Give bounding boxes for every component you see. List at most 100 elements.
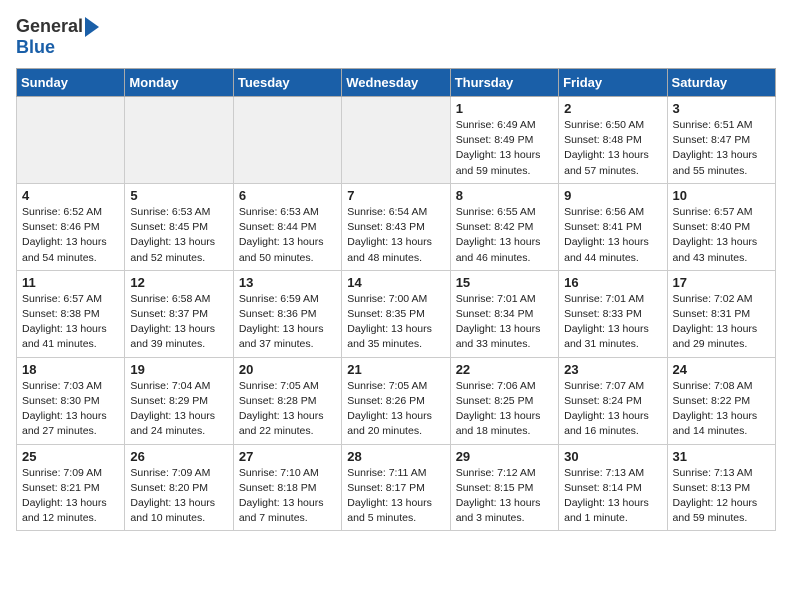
calendar-cell: 25 Sunrise: 7:09 AMSunset: 8:21 PMDayligh… [17, 444, 125, 531]
calendar-week-4: 18 Sunrise: 7:03 AMSunset: 8:30 PMDayligh… [17, 357, 776, 444]
calendar-cell: 1 Sunrise: 6:49 AMSunset: 8:49 PMDaylight… [450, 97, 558, 184]
calendar-cell: 9Sunrise: 6:56 AMSunset: 8:41 PMDaylight… [559, 183, 667, 270]
day-number: 26 [130, 449, 227, 464]
calendar-cell: 5 Sunrise: 6:53 AMSunset: 8:45 PMDaylight… [125, 183, 233, 270]
day-info: Sunrise: 6:56 AMSunset: 8:41 PMDaylight:… [564, 205, 661, 266]
logo: General Blue [16, 16, 101, 58]
day-number: 4 [22, 188, 119, 203]
calendar-cell [17, 97, 125, 184]
day-number: 7 [347, 188, 444, 203]
logo-blue-text: Blue [16, 37, 55, 58]
day-info: Sunrise: 6:53 AMSunset: 8:44 PMDaylight:… [239, 205, 336, 266]
day-number: 2 [564, 101, 661, 116]
calendar-cell: 26 Sunrise: 7:09 AMSunset: 8:20 PMDayligh… [125, 444, 233, 531]
day-number: 19 [130, 362, 227, 377]
day-info: Sunrise: 6:53 AMSunset: 8:45 PMDaylight:… [130, 205, 227, 266]
day-header-wednesday: Wednesday [342, 69, 450, 97]
day-number: 1 [456, 101, 553, 116]
calendar-cell: 30 Sunrise: 7:13 AMSunset: 8:14 PMDayligh… [559, 444, 667, 531]
day-number: 22 [456, 362, 553, 377]
day-number: 29 [456, 449, 553, 464]
day-info: Sunrise: 6:58 AMSunset: 8:37 PMDaylight:… [130, 292, 227, 353]
day-info: Sunrise: 6:51 AMSunset: 8:47 PMDaylight:… [673, 118, 770, 179]
calendar-cell: 10 Sunrise: 6:57 AMSunset: 8:40 PMDayligh… [667, 183, 775, 270]
calendar-table: SundayMondayTuesdayWednesdayThursdayFrid… [16, 68, 776, 531]
calendar-week-1: 1 Sunrise: 6:49 AMSunset: 8:49 PMDaylight… [17, 97, 776, 184]
day-header-thursday: Thursday [450, 69, 558, 97]
day-info: Sunrise: 7:11 AMSunset: 8:17 PMDaylight:… [347, 466, 444, 527]
day-info: Sunrise: 6:57 AMSunset: 8:40 PMDaylight:… [673, 205, 770, 266]
calendar-cell: 17Sunrise: 7:02 AMSunset: 8:31 PMDayligh… [667, 270, 775, 357]
day-info: Sunrise: 7:13 AMSunset: 8:14 PMDaylight:… [564, 466, 661, 527]
calendar-cell: 31 Sunrise: 7:13 AMSunset: 8:13 PMDayligh… [667, 444, 775, 531]
calendar-cell [342, 97, 450, 184]
day-info: Sunrise: 7:09 AMSunset: 8:20 PMDaylight:… [130, 466, 227, 527]
day-info: Sunrise: 6:54 AMSunset: 8:43 PMDaylight:… [347, 205, 444, 266]
day-number: 15 [456, 275, 553, 290]
day-info: Sunrise: 7:01 AMSunset: 8:34 PMDaylight:… [456, 292, 553, 353]
day-number: 16 [564, 275, 661, 290]
day-header-sunday: Sunday [17, 69, 125, 97]
day-info: Sunrise: 6:50 AMSunset: 8:48 PMDaylight:… [564, 118, 661, 179]
day-info: Sunrise: 7:09 AMSunset: 8:21 PMDaylight:… [22, 466, 119, 527]
calendar-cell: 15 Sunrise: 7:01 AMSunset: 8:34 PMDayligh… [450, 270, 558, 357]
day-info: Sunrise: 7:05 AMSunset: 8:28 PMDaylight:… [239, 379, 336, 440]
calendar-cell: 11Sunrise: 6:57 AMSunset: 8:38 PMDayligh… [17, 270, 125, 357]
day-info: Sunrise: 6:52 AMSunset: 8:46 PMDaylight:… [22, 205, 119, 266]
day-info: Sunrise: 7:03 AMSunset: 8:30 PMDaylight:… [22, 379, 119, 440]
calendar-week-5: 25 Sunrise: 7:09 AMSunset: 8:21 PMDayligh… [17, 444, 776, 531]
day-info: Sunrise: 7:13 AMSunset: 8:13 PMDaylight:… [673, 466, 770, 527]
header: General Blue [16, 16, 776, 58]
day-number: 27 [239, 449, 336, 464]
day-number: 28 [347, 449, 444, 464]
day-number: 6 [239, 188, 336, 203]
logo-general-text: General [16, 16, 83, 37]
calendar-cell: 14 Sunrise: 7:00 AMSunset: 8:35 PMDayligh… [342, 270, 450, 357]
day-number: 10 [673, 188, 770, 203]
day-number: 14 [347, 275, 444, 290]
day-info: Sunrise: 6:57 AMSunset: 8:38 PMDaylight:… [22, 292, 119, 353]
calendar-cell: 29 Sunrise: 7:12 AMSunset: 8:15 PMDayligh… [450, 444, 558, 531]
day-number: 30 [564, 449, 661, 464]
calendar-cell: 3 Sunrise: 6:51 AMSunset: 8:47 PMDaylight… [667, 97, 775, 184]
calendar-cell: 20 Sunrise: 7:05 AMSunset: 8:28 PMDayligh… [233, 357, 341, 444]
day-number: 13 [239, 275, 336, 290]
day-number: 25 [22, 449, 119, 464]
day-info: Sunrise: 7:01 AMSunset: 8:33 PMDaylight:… [564, 292, 661, 353]
day-header-saturday: Saturday [667, 69, 775, 97]
day-number: 18 [22, 362, 119, 377]
day-info: Sunrise: 7:02 AMSunset: 8:31 PMDaylight:… [673, 292, 770, 353]
day-number: 20 [239, 362, 336, 377]
calendar-header-row: SundayMondayTuesdayWednesdayThursdayFrid… [17, 69, 776, 97]
day-number: 5 [130, 188, 227, 203]
day-info: Sunrise: 7:07 AMSunset: 8:24 PMDaylight:… [564, 379, 661, 440]
calendar-week-3: 11Sunrise: 6:57 AMSunset: 8:38 PMDayligh… [17, 270, 776, 357]
day-info: Sunrise: 6:49 AMSunset: 8:49 PMDaylight:… [456, 118, 553, 179]
calendar-cell: 13Sunrise: 6:59 AMSunset: 8:36 PMDayligh… [233, 270, 341, 357]
calendar-cell: 16 Sunrise: 7:01 AMSunset: 8:33 PMDayligh… [559, 270, 667, 357]
day-info: Sunrise: 7:10 AMSunset: 8:18 PMDaylight:… [239, 466, 336, 527]
calendar-cell: 7 Sunrise: 6:54 AMSunset: 8:43 PMDaylight… [342, 183, 450, 270]
calendar-cell: 24Sunrise: 7:08 AMSunset: 8:22 PMDayligh… [667, 357, 775, 444]
day-info: Sunrise: 7:04 AMSunset: 8:29 PMDaylight:… [130, 379, 227, 440]
day-info: Sunrise: 7:06 AMSunset: 8:25 PMDaylight:… [456, 379, 553, 440]
day-number: 31 [673, 449, 770, 464]
day-number: 3 [673, 101, 770, 116]
calendar-cell: 8Sunrise: 6:55 AMSunset: 8:42 PMDaylight… [450, 183, 558, 270]
day-info: Sunrise: 7:12 AMSunset: 8:15 PMDaylight:… [456, 466, 553, 527]
day-info: Sunrise: 7:05 AMSunset: 8:26 PMDaylight:… [347, 379, 444, 440]
calendar-cell [125, 97, 233, 184]
calendar-cell: 22 Sunrise: 7:06 AMSunset: 8:25 PMDayligh… [450, 357, 558, 444]
calendar-cell: 2 Sunrise: 6:50 AMSunset: 8:48 PMDaylight… [559, 97, 667, 184]
calendar-cell: 28 Sunrise: 7:11 AMSunset: 8:17 PMDayligh… [342, 444, 450, 531]
calendar-week-2: 4 Sunrise: 6:52 AMSunset: 8:46 PMDaylight… [17, 183, 776, 270]
day-header-monday: Monday [125, 69, 233, 97]
day-info: Sunrise: 6:55 AMSunset: 8:42 PMDaylight:… [456, 205, 553, 266]
day-number: 23 [564, 362, 661, 377]
day-number: 24 [673, 362, 770, 377]
calendar-cell: 27 Sunrise: 7:10 AMSunset: 8:18 PMDayligh… [233, 444, 341, 531]
calendar-cell: 18 Sunrise: 7:03 AMSunset: 8:30 PMDayligh… [17, 357, 125, 444]
day-info: Sunrise: 7:00 AMSunset: 8:35 PMDaylight:… [347, 292, 444, 353]
calendar-cell: 21Sunrise: 7:05 AMSunset: 8:26 PMDayligh… [342, 357, 450, 444]
calendar-cell: 12Sunrise: 6:58 AMSunset: 8:37 PMDayligh… [125, 270, 233, 357]
